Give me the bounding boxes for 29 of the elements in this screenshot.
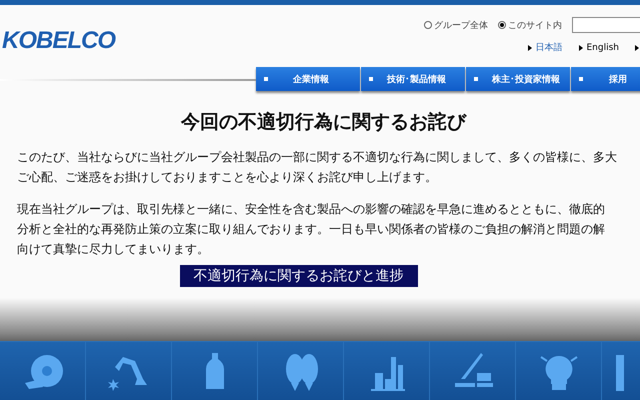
category-tile[interactable]: [86, 342, 172, 400]
nav-tab[interactable]: 技術･製品情報: [361, 67, 465, 91]
triangle-icon: [578, 44, 582, 50]
notice-text-line: 分析と全社的な再発防止策の立案に取り組んでおります。一日も早い関係者の皆様のご負担の解消と問題の解: [17, 221, 606, 238]
notice-text-line: 向けて真摯に尽力してまいります。: [17, 241, 210, 258]
notice-title: 今回の不適切行為に関するお詫び: [180, 110, 468, 135]
notice-text-line: ご心配、ご迷惑をお掛けしておりますことを心より深くお詫び申し上げます。: [17, 169, 438, 186]
category-tile[interactable]: [344, 342, 430, 400]
category-tile[interactable]: [430, 342, 516, 400]
notice-text-line: 現在当社グループは、取引先様と一緒に、安全性を含む製品への影響の確認を早急に進めるとともに、徹底的: [17, 201, 606, 218]
nav-tab[interactable]: 企業情報: [256, 67, 360, 91]
nav-tab[interactable]: 採用: [571, 67, 640, 91]
notice-text-line: このたび、当社ならびに当社グループ会社製品の一部に関する不適切な行為に関しまして、多くの皆様に、多大: [17, 149, 618, 166]
company-logo[interactable]: KOBELCO: [2, 27, 115, 57]
triangle-icon: [635, 44, 639, 50]
category-tile[interactable]: [516, 342, 602, 400]
radio-button[interactable]: [424, 21, 432, 29]
category-tile[interactable]: [0, 342, 86, 400]
category-tile[interactable]: [172, 342, 258, 400]
radio-label[interactable]: グループ全体: [434, 18, 488, 32]
language-link[interactable]: English: [586, 42, 619, 52]
radio-label[interactable]: このサイト内: [508, 18, 562, 32]
radio-button[interactable]: [498, 21, 506, 29]
triangle-icon: [528, 44, 532, 50]
language-link[interactable]: 日本語: [536, 41, 562, 54]
search-field[interactable]: [572, 17, 640, 33]
progress-link-button[interactable]: 不適切行為に関するお詫びと進捗: [180, 265, 418, 287]
category-tile[interactable]: [258, 342, 344, 400]
nav-tab[interactable]: 株主･投資家情報: [466, 67, 570, 91]
